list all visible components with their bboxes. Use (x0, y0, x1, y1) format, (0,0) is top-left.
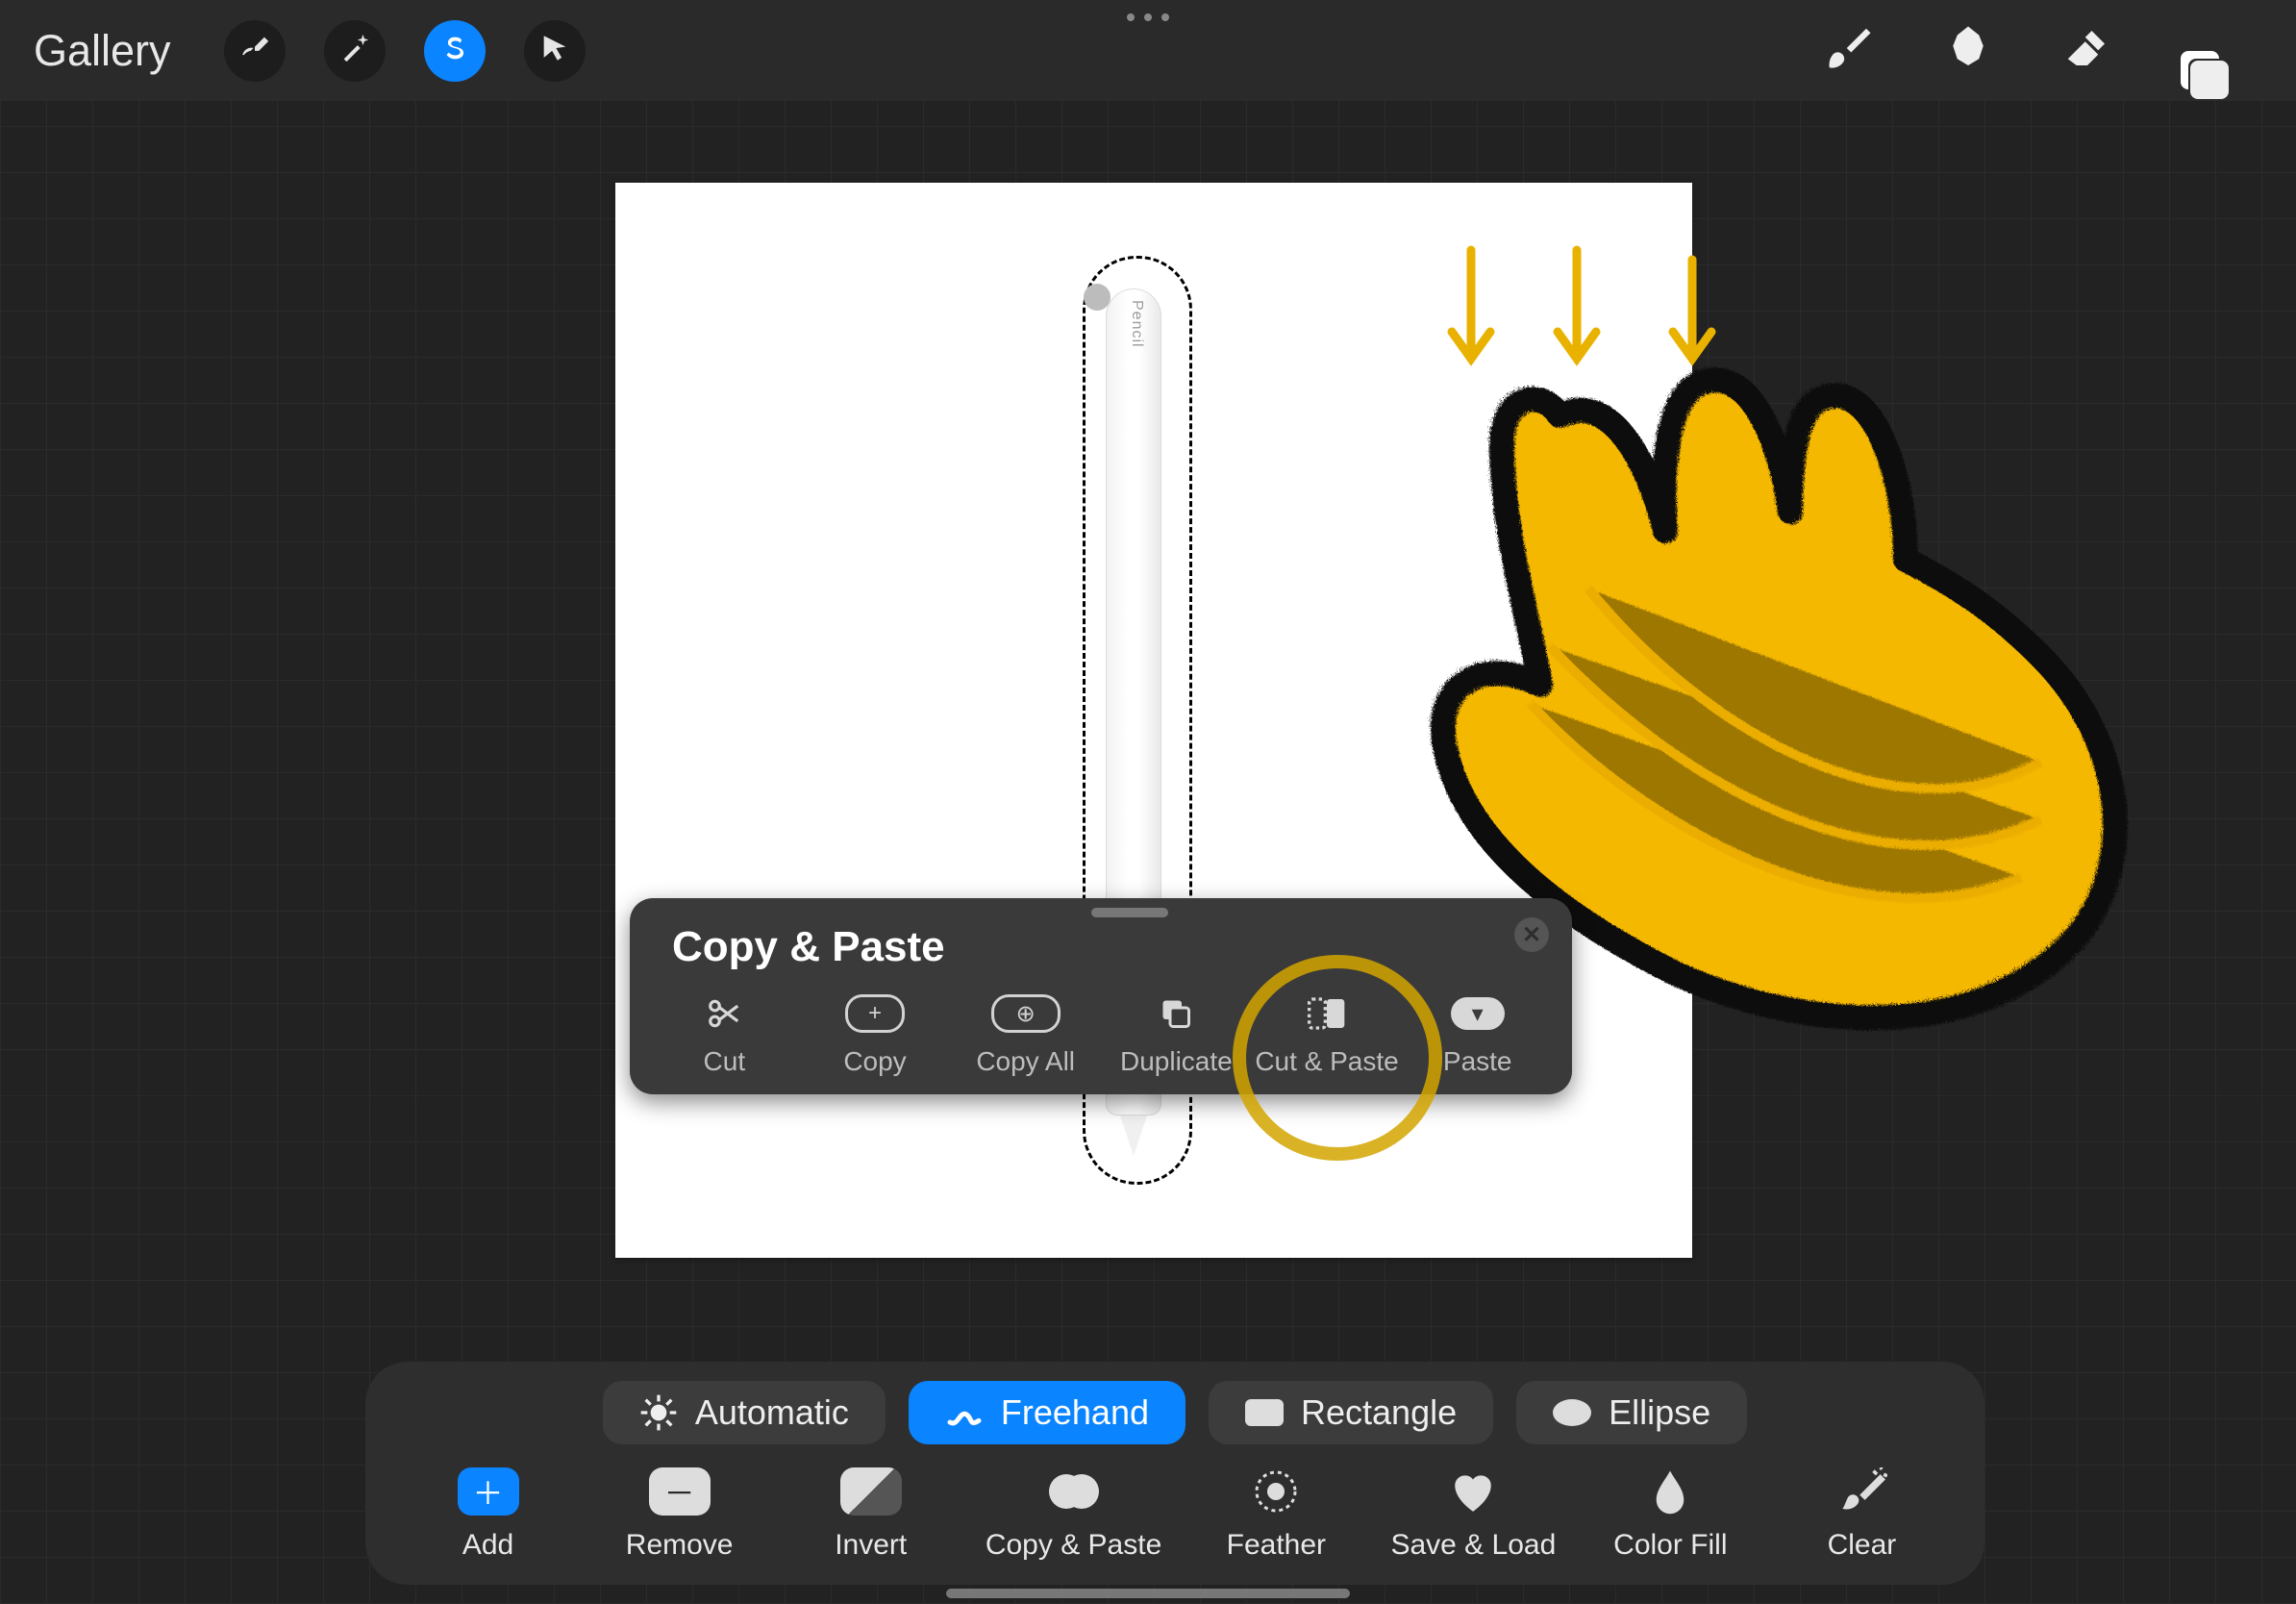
selection-save-load-button[interactable]: Save & Load (1390, 1467, 1556, 1562)
selection-mode-row: Automatic Freehand Rectangle Ellipse (392, 1381, 1958, 1444)
copy-paste-popover: ✕ Copy & Paste Cut + Copy ⊕ Copy All (630, 898, 1572, 1094)
cursor-arrow-icon (538, 32, 571, 69)
paste-action[interactable]: ▾ Paste (1402, 985, 1553, 1081)
rectangle-mode-icon (1245, 1393, 1284, 1432)
brush-icon (1823, 62, 1875, 78)
mode-rectangle[interactable]: Rectangle (1209, 1381, 1493, 1444)
mode-freehand[interactable]: Freehand (909, 1381, 1185, 1444)
eraser-tool-button[interactable] (2061, 22, 2113, 79)
invert-icon (840, 1467, 902, 1516)
plus-icon: ＋ (458, 1467, 519, 1516)
cut-paste-icon (1308, 994, 1346, 1033)
copy-action[interactable]: + Copy (800, 985, 951, 1081)
invert-label: Invert (835, 1529, 907, 1562)
selection-invert-button[interactable]: Invert (794, 1467, 948, 1562)
mode-ellipse[interactable]: Ellipse (1516, 1381, 1747, 1444)
save-load-label: Save & Load (1390, 1529, 1556, 1562)
cut-label: Cut (704, 1046, 746, 1077)
copy-all-label: Copy All (976, 1046, 1075, 1077)
home-indicator[interactable] (946, 1589, 1350, 1598)
selection-color-fill-button[interactable]: Color Fill (1593, 1467, 1747, 1562)
pencil-engraving-text: Pencil (1128, 300, 1145, 348)
mode-automatic[interactable]: Automatic (603, 1381, 886, 1444)
clear-brush-icon (1831, 1467, 1892, 1516)
copy-paste-label: Copy & Paste (986, 1529, 1161, 1562)
actions-button[interactable] (224, 20, 286, 82)
smudge-tool-button[interactable] (1942, 22, 1994, 79)
multitask-dots[interactable] (0, 13, 2296, 21)
heart-icon (1442, 1467, 1504, 1516)
paste-icon: ▾ (1451, 994, 1505, 1033)
droplet-icon (1639, 1467, 1701, 1516)
mode-ellipse-label: Ellipse (1609, 1392, 1710, 1433)
eraser-icon (2061, 62, 2113, 78)
automatic-mode-icon (639, 1393, 678, 1432)
close-icon: ✕ (1522, 921, 1541, 949)
clear-label: Clear (1828, 1529, 1897, 1562)
mode-freehand-label: Freehand (1001, 1392, 1149, 1433)
selection-tool-button[interactable] (424, 20, 486, 82)
canvas-workspace[interactable]: Pencil (0, 101, 2296, 1604)
selection-clear-button[interactable]: Clear (1784, 1467, 1938, 1562)
minus-icon: － (649, 1467, 711, 1516)
transform-button[interactable] (524, 20, 586, 82)
selection-toolbar: Automatic Freehand Rectangle Ellipse (365, 1362, 1984, 1585)
smudge-icon (1942, 62, 1994, 78)
duplicate-action[interactable]: Duplicate (1101, 985, 1252, 1081)
overlap-circles-icon (1043, 1467, 1105, 1516)
ellipse-mode-icon (1553, 1393, 1591, 1432)
feather-label: Feather (1227, 1529, 1326, 1562)
cut-paste-label: Cut & Paste (1255, 1046, 1398, 1077)
freehand-mode-icon (945, 1393, 984, 1432)
add-label: Add (462, 1529, 513, 1562)
selection-copy-paste-button[interactable]: Copy & Paste (986, 1467, 1161, 1562)
color-fill-label: Color Fill (1613, 1529, 1727, 1562)
feather-icon (1245, 1467, 1307, 1516)
gallery-button[interactable]: Gallery (34, 26, 171, 76)
brush-tool-button[interactable] (1823, 22, 1875, 79)
paste-label: Paste (1443, 1046, 1512, 1077)
duplicate-icon (1159, 994, 1193, 1033)
selection-remove-button[interactable]: － Remove (603, 1467, 757, 1562)
copy-label: Copy (843, 1046, 906, 1077)
mode-automatic-label: Automatic (695, 1392, 849, 1433)
selection-actions-row: ＋ Add － Remove Invert Copy & Paste (392, 1467, 1958, 1562)
popover-close-button[interactable]: ✕ (1514, 917, 1549, 952)
duplicate-label: Duplicate (1120, 1046, 1233, 1077)
canvas[interactable]: Pencil (615, 183, 1692, 1258)
remove-label: Remove (626, 1529, 734, 1562)
cut-and-paste-action[interactable]: Cut & Paste (1252, 985, 1403, 1081)
copy-all-action[interactable]: ⊕ Copy All (950, 985, 1101, 1081)
copy-plus-icon: + (845, 994, 905, 1033)
top-toolbar: Gallery (0, 0, 2296, 101)
cut-action[interactable]: Cut (649, 985, 800, 1081)
wrench-icon (238, 32, 271, 69)
mode-rectangle-label: Rectangle (1301, 1392, 1457, 1433)
adjustments-button[interactable] (324, 20, 386, 82)
wand-icon (338, 32, 371, 69)
scissors-icon (706, 994, 742, 1033)
selection-s-icon (438, 32, 471, 69)
selection-add-button[interactable]: ＋ Add (412, 1467, 565, 1562)
copy-all-icon: ⊕ (991, 994, 1061, 1033)
popover-grabber[interactable] (1091, 908, 1168, 917)
selection-feather-button[interactable]: Feather (1199, 1467, 1353, 1562)
